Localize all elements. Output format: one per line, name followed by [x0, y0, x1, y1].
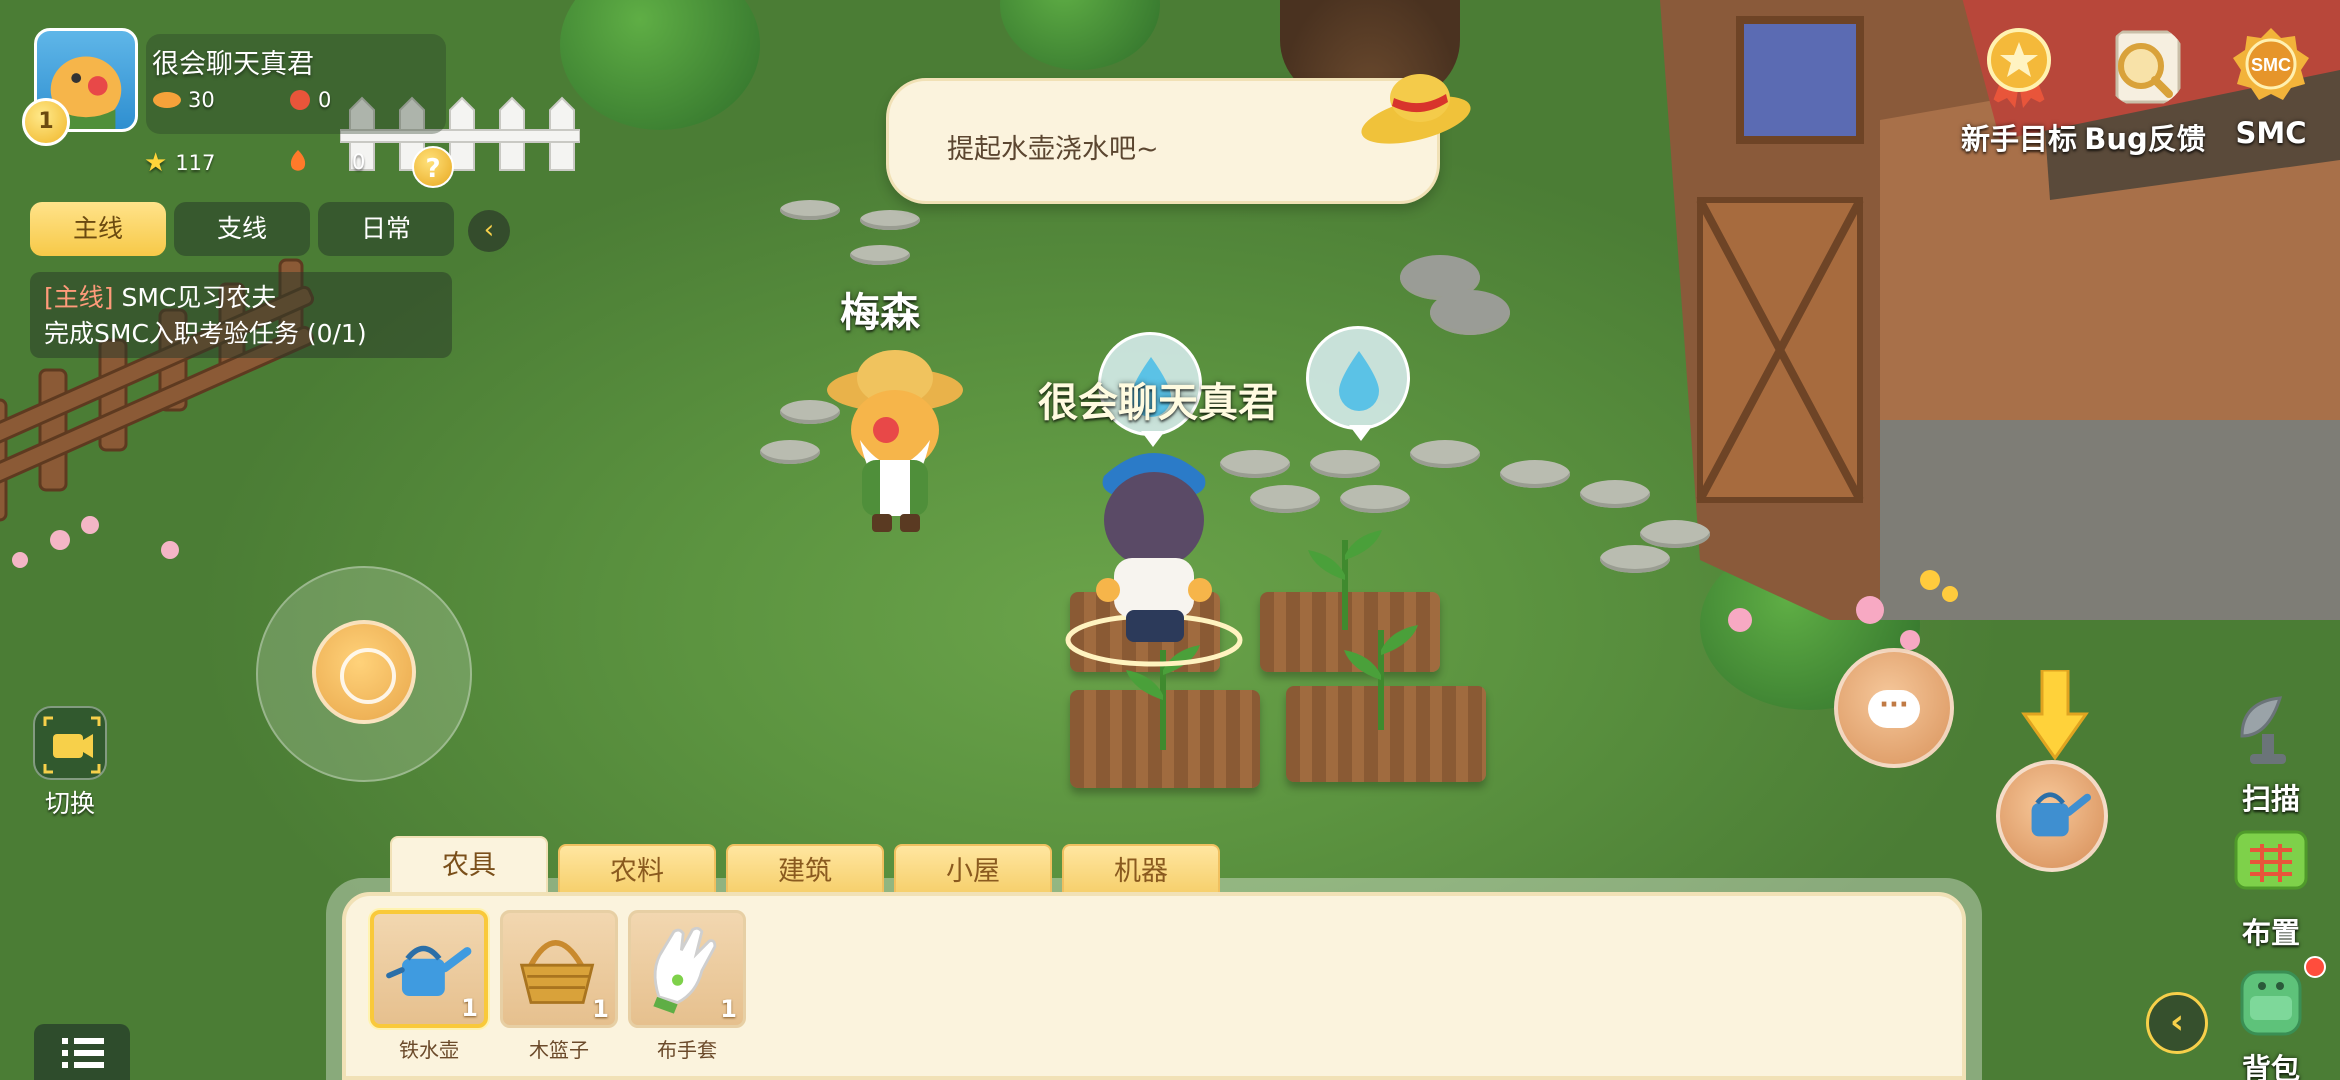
gem-count: 0: [318, 88, 332, 112]
tab-cabin[interactable]: 小屋: [894, 844, 1052, 896]
smc-badge-text: SMC: [2251, 55, 2291, 75]
bush: [560, 0, 760, 130]
inventory-slot-watering-can[interactable]: 1: [370, 910, 488, 1028]
joystick-knob[interactable]: [312, 620, 416, 724]
tab-fertilizer[interactable]: 农料: [558, 844, 716, 896]
tab-side-quest[interactable]: 支线: [174, 202, 310, 256]
stepping-stone: [1640, 520, 1710, 548]
stepping-stone: [760, 440, 820, 464]
tab-machines[interactable]: 机器: [1062, 844, 1220, 896]
water-drop-icon: [1339, 351, 1379, 411]
camera-switch-icon: [33, 706, 107, 780]
arrow-down-icon: [2021, 670, 2089, 760]
stepping-stone: [860, 210, 920, 230]
medal-icon: [1987, 28, 2051, 108]
quest-tag: [主线]: [44, 283, 114, 312]
backpack-icon: [2240, 970, 2302, 1036]
quest-title: SMC见习农夫: [121, 283, 277, 312]
scan-button[interactable]: 扫描: [2216, 686, 2326, 818]
rock: [1430, 290, 1510, 335]
item-count: 1: [720, 995, 737, 1023]
level-badge: 1: [22, 98, 70, 146]
fire-icon: [290, 150, 306, 171]
star-icon: ★: [144, 148, 168, 178]
switch-camera-button[interactable]: 切换: [30, 706, 110, 820]
coin-count: 30: [188, 88, 215, 112]
star-count: 117: [175, 151, 216, 175]
bush: [1000, 0, 1160, 70]
chat-button[interactable]: ···: [1834, 648, 1954, 768]
coin-icon: [153, 92, 181, 108]
tab-main-quest[interactable]: 主线: [30, 202, 166, 256]
player-character[interactable]: [1064, 440, 1244, 670]
watering-can-icon: [2031, 792, 2091, 837]
water-prompt-bubble[interactable]: [1306, 326, 1410, 441]
tab-buildings[interactable]: 建筑: [726, 844, 884, 896]
smc-label: SMC: [2235, 116, 2307, 150]
stepping-stone: [850, 245, 910, 265]
chevron-left-icon: ‹: [2169, 1002, 2184, 1042]
stepping-stone: [1580, 480, 1650, 508]
stepping-stone: [1340, 485, 1410, 513]
dialog-text: 提起水壶浇水吧~: [947, 134, 1159, 165]
player-name: 很会聊天真君: [152, 49, 314, 80]
stepping-stone: [1250, 485, 1320, 513]
coin-counter: 30: [152, 88, 215, 112]
radar-dish-icon: [2240, 696, 2286, 764]
equipped-tool-button[interactable]: [1996, 760, 2108, 872]
quest-panel[interactable]: [主线] SMC见习农夫 完成SMC入职考验任务 (0/1): [30, 272, 452, 358]
player-profile[interactable]: 1 很会聊天真君 30 0: [22, 28, 446, 148]
chevron-left-icon: ‹: [483, 215, 495, 245]
quest-task: 完成SMC入职考验任务 (0/1): [44, 319, 367, 348]
bag-notification-dot: [2304, 956, 2326, 978]
stepping-stone: [780, 200, 840, 220]
item-label: 木篮子: [529, 1038, 589, 1062]
blueprint-icon: [2234, 830, 2308, 890]
item-label: 布手套: [657, 1038, 717, 1062]
quest-title-line: [主线] SMC见习农夫: [44, 280, 438, 316]
item-count: 1: [592, 995, 609, 1023]
collapse-panel-button[interactable]: ‹: [2146, 992, 2208, 1054]
item-label: 铁水壶: [399, 1038, 459, 1062]
main-menu-button[interactable]: [34, 1024, 130, 1080]
stat-row: ★ 117 0: [28, 148, 468, 188]
crop-sprout: [1344, 625, 1418, 730]
npc-name-label: 梅森: [840, 290, 920, 336]
stepping-stone: [1410, 440, 1480, 468]
inventory-slot-glove[interactable]: 1: [628, 910, 746, 1028]
energy-count: 0: [352, 150, 366, 174]
straw-hat-icon: [1361, 74, 1471, 144]
collapse-quest-button[interactable]: ‹: [468, 210, 510, 252]
player-name-label: 很会聊天真君: [1038, 380, 1278, 426]
stepping-stone: [1310, 450, 1380, 478]
quest-tabs: 主线 支线 日常: [30, 202, 454, 256]
chat-bubble-icon: ···: [1868, 690, 1920, 728]
scan-label: 扫描: [2241, 782, 2300, 816]
layout-button[interactable]: 布置: [2216, 820, 2326, 952]
magnifier-icon: [2115, 30, 2181, 104]
smc-button[interactable]: SMC SMC: [2186, 24, 2340, 150]
gem-icon: [290, 90, 310, 110]
movement-joystick[interactable]: [256, 566, 472, 782]
list-icon: [62, 1038, 104, 1068]
bag-label: 背包: [2241, 1052, 2300, 1080]
inventory-slot-basket[interactable]: 1: [500, 910, 618, 1028]
layout-label: 布置: [2241, 916, 2300, 950]
smc-badge-icon: SMC: [2233, 28, 2309, 100]
item-count: 1: [461, 994, 478, 1022]
switch-camera-label: 切换: [44, 789, 95, 818]
stepping-stone: [1600, 545, 1670, 573]
tab-tools[interactable]: 农具: [390, 836, 548, 896]
energy-counter: 0: [286, 148, 365, 176]
stepping-stone: [1500, 460, 1570, 488]
star-counter: ★ 117: [144, 148, 215, 178]
npc-mason[interactable]: [820, 340, 970, 540]
tab-daily-quest[interactable]: 日常: [318, 202, 454, 256]
help-button[interactable]: ?: [412, 146, 454, 188]
gem-counter: 0: [288, 88, 331, 112]
